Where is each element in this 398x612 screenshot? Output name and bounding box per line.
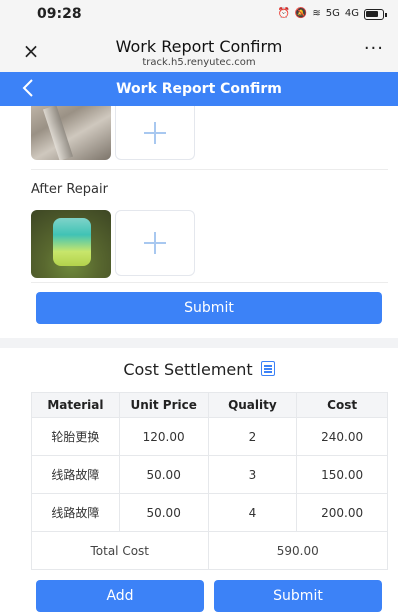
signal-4g-icon: 4G	[344, 8, 359, 19]
browser-title: Work Report Confirm	[115, 37, 283, 56]
column-header-unit-price: Unit Price	[118, 392, 209, 418]
cell-quality: 4	[207, 493, 298, 532]
column-header-cost: Cost	[296, 392, 388, 418]
cell-unit-price: 120.00	[118, 417, 209, 456]
status-bar: 09:28 ⏰ 🔕 ≋ 5G 4G	[0, 0, 398, 30]
add-button[interactable]: Add	[36, 580, 204, 612]
battery-icon	[364, 8, 387, 20]
status-time: 09:28	[37, 6, 82, 22]
page-title: Work Report Confirm	[116, 81, 282, 97]
cell-cost: 200.00	[296, 493, 388, 532]
table-row: 轮胎更换 120.00 2 240.00	[31, 417, 388, 456]
browser-url: track.h5.renyutec.com	[142, 57, 256, 68]
cost-settlement-title: Cost Settlement	[0, 360, 398, 379]
section-separator	[0, 338, 398, 348]
total-row: Total Cost 590.00	[31, 531, 389, 570]
add-before-photo-button[interactable]	[115, 106, 195, 160]
status-icons: ⏰ 🔕 ≋ 5G 4G	[277, 7, 387, 21]
total-cost-value: 590.00	[207, 531, 389, 570]
more-icon[interactable]: ···	[364, 38, 384, 59]
alarm-icon: ⏰	[277, 8, 290, 19]
cell-material: 线路故障	[31, 455, 120, 494]
app-header: Work Report Confirm	[0, 72, 398, 106]
document-icon[interactable]	[260, 361, 275, 376]
table-row: 线路故障 50.00 4 200.00	[31, 493, 388, 532]
browser-bar: × Work Report Confirm track.h5.renyutec.…	[0, 30, 398, 72]
cell-quality: 3	[207, 455, 298, 494]
table-header-row: Material Unit Price Quality Cost	[31, 392, 388, 418]
plus-icon	[116, 211, 194, 275]
cost-submit-button[interactable]: Submit	[214, 580, 382, 612]
after-repair-label: After Repair	[31, 182, 108, 197]
table-row: 线路故障 50.00 3 150.00	[31, 455, 388, 494]
divider	[31, 282, 388, 283]
column-header-material: Material	[31, 392, 120, 418]
cell-cost: 240.00	[296, 417, 388, 456]
divider	[31, 169, 388, 170]
cell-material: 轮胎更换	[31, 417, 120, 456]
repair-submit-button[interactable]: Submit	[36, 292, 382, 324]
cell-cost: 150.00	[296, 455, 388, 494]
signal-5g-icon: 5G	[325, 8, 340, 19]
before-repair-photo[interactable]	[31, 106, 111, 160]
cell-quality: 2	[207, 417, 298, 456]
column-header-quality: Quality	[207, 392, 298, 418]
plus-icon	[116, 106, 194, 159]
cell-material: 线路故障	[31, 493, 120, 532]
add-after-photo-button[interactable]	[115, 210, 195, 276]
cost-settlement-label: Cost Settlement	[123, 360, 253, 379]
cell-unit-price: 50.00	[118, 493, 209, 532]
cost-table: Material Unit Price Quality Cost 轮胎更换 12…	[31, 392, 389, 570]
wifi-icon: ≋	[312, 8, 321, 19]
mute-icon: 🔕	[294, 8, 308, 19]
total-cost-label: Total Cost	[31, 531, 209, 570]
cell-unit-price: 50.00	[118, 455, 209, 494]
after-repair-photo[interactable]	[31, 210, 111, 278]
